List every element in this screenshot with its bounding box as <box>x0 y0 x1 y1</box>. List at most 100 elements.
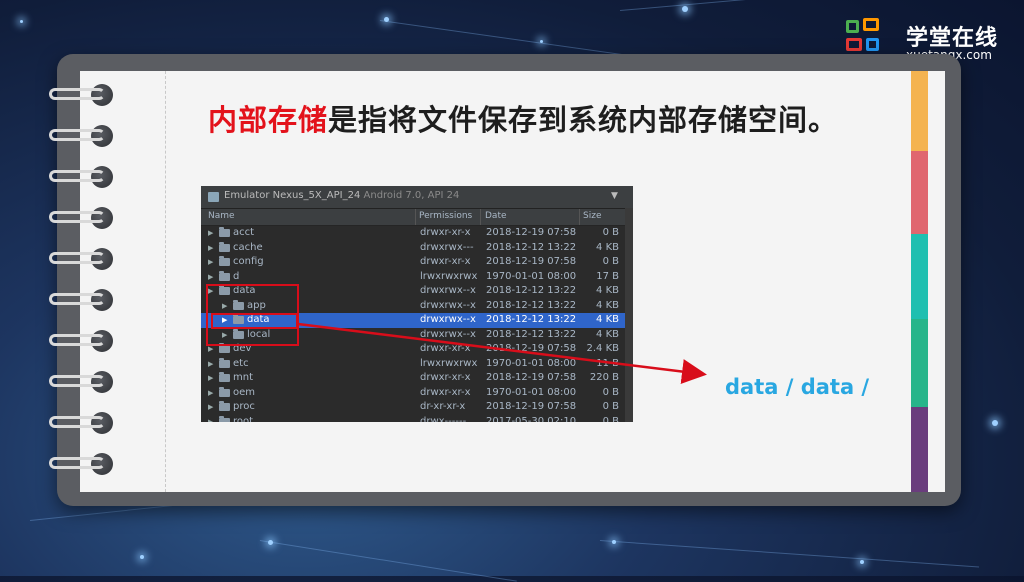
spiral-ring <box>49 451 113 477</box>
file-row[interactable]: ▶ etc lrwxrwxrwx 1970-01-01 08:00 11 B <box>201 357 633 372</box>
file-date: 2018-12-19 07:58 <box>486 343 577 354</box>
logo-square-icon <box>846 20 859 33</box>
file-permissions: drwxrwx--- <box>420 241 474 253</box>
folder-icon <box>219 343 230 353</box>
file-permissions: lrwxrwxrwx <box>420 270 478 282</box>
bg-line <box>620 0 840 11</box>
file-size: 17 B <box>596 270 619 282</box>
file-permissions: drwxrwx--x <box>420 314 476 325</box>
file-size: 4 KB <box>596 241 619 253</box>
column-divider <box>579 209 580 225</box>
file-permissions: dr-xr-xr-x <box>420 401 466 412</box>
file-permissions: drwxr-xr-x <box>420 343 471 354</box>
file-date: 2018-12-19 07:58 <box>486 256 577 267</box>
ring-wire <box>49 252 105 264</box>
title-text: 是指将文件保存到系统内部存储空间。 <box>328 103 839 137</box>
file-date: 1970-01-01 08:00 <box>486 386 577 398</box>
column-permissions[interactable]: Permissions <box>419 211 472 221</box>
file-size: 4 KB <box>596 314 619 325</box>
ring-wire <box>49 416 105 428</box>
file-name: root <box>233 415 254 423</box>
file-name: oem <box>233 386 256 398</box>
file-date: 2018-12-12 13:22 <box>486 328 577 340</box>
expand-arrow-icon[interactable]: ▶ <box>208 418 213 423</box>
device-name-label: Emulator Nexus_5X_API_24 <box>224 190 361 201</box>
expand-arrow-icon[interactable]: ▶ <box>208 258 213 266</box>
file-row[interactable]: ▶ config drwxr-xr-x 2018-12-19 07:58 0 B <box>201 255 633 270</box>
bg-dot <box>540 40 543 43</box>
folder-icon <box>219 386 230 397</box>
notebook-tab <box>911 151 928 234</box>
file-row[interactable]: ▶ proc dr-xr-xr-x 2018-12-19 07:58 0 B <box>201 400 633 415</box>
logo-square-icon <box>866 38 879 51</box>
slide-title: 内部存储是指将文件保存到系统内部存储空间。 <box>208 97 838 139</box>
file-size: 0 B <box>602 386 619 398</box>
scrollbar[interactable] <box>625 208 633 422</box>
expand-arrow-icon[interactable]: ▶ <box>208 244 213 252</box>
spiral-ring <box>49 246 113 272</box>
file-size: 2.4 KB <box>586 343 620 354</box>
notebook-tab <box>911 71 928 151</box>
ring-wire <box>49 293 105 305</box>
file-row[interactable]: ▶ d lrwxrwxrwx 1970-01-01 08:00 17 B <box>201 270 633 285</box>
file-date: 2018-12-19 07:58 <box>486 227 577 238</box>
folder-icon <box>219 241 230 252</box>
ring-wire <box>49 334 105 346</box>
file-row[interactable]: ▶ cache drwxrwx--- 2018-12-12 13:22 4 KB <box>201 241 633 256</box>
bg-dot <box>682 6 688 12</box>
file-name: config <box>233 256 264 267</box>
dropdown-arrow-icon[interactable]: ▼ <box>611 191 618 201</box>
file-row[interactable]: ▶ mnt drwxr-xr-x 2018-12-19 07:58 220 B <box>201 371 633 386</box>
notebook-tab <box>911 407 928 492</box>
expand-arrow-icon[interactable]: ▶ <box>208 403 213 411</box>
column-divider <box>415 209 416 225</box>
file-date: 1970-01-01 08:00 <box>486 357 577 369</box>
file-date: 2018-12-12 13:22 <box>486 285 577 296</box>
highlight-box-data-data <box>211 313 298 329</box>
notebook-tab <box>911 319 928 407</box>
file-date: 2018-12-12 13:22 <box>486 241 577 253</box>
file-row[interactable]: ▶ root drwx------ 2017-05-30 02:10 0 B <box>201 415 633 423</box>
ring-wire <box>49 375 105 387</box>
file-size: 0 B <box>602 415 619 423</box>
file-name: proc <box>233 401 255 412</box>
expand-arrow-icon[interactable]: ▶ <box>208 389 213 397</box>
notebook-tab <box>911 234 928 319</box>
file-name: etc <box>233 357 249 369</box>
ring-wire <box>49 457 105 469</box>
title-highlight: 内部存储 <box>208 103 329 137</box>
file-permissions: drwx------ <box>420 415 467 423</box>
column-name[interactable]: Name <box>208 211 235 221</box>
file-date: 2017-05-30 02:10 <box>486 415 577 423</box>
expand-arrow-icon[interactable]: ▶ <box>208 374 213 382</box>
folder-icon <box>219 372 230 382</box>
path-label: data / data / <box>725 375 870 399</box>
file-name: cache <box>233 241 263 253</box>
ring-wire <box>49 170 105 182</box>
file-row[interactable]: ▶ oem drwxr-xr-x 1970-01-01 08:00 0 B <box>201 386 633 401</box>
bg-dot <box>20 20 23 23</box>
expand-arrow-icon[interactable]: ▶ <box>208 229 213 237</box>
spiral-ring <box>49 369 113 395</box>
spiral-ring <box>49 205 113 231</box>
file-size: 4 KB <box>596 285 619 296</box>
file-size: 0 B <box>602 227 619 238</box>
file-date: 2018-12-19 07:58 <box>486 372 577 383</box>
expand-arrow-icon[interactable]: ▶ <box>208 345 213 353</box>
column-date[interactable]: Date <box>485 211 507 221</box>
file-name: d <box>233 270 240 282</box>
expand-arrow-icon[interactable]: ▶ <box>208 360 213 368</box>
folder-icon <box>219 270 230 281</box>
file-date: 1970-01-01 08:00 <box>486 270 577 282</box>
file-permissions: lrwxrwxrwx <box>420 357 478 369</box>
expand-arrow-icon[interactable]: ▶ <box>208 273 213 281</box>
bg-line <box>599 540 980 568</box>
device-selector[interactable]: Emulator Nexus_5X_API_24 Android 7.0, AP… <box>201 186 633 209</box>
file-size: 220 B <box>589 372 619 383</box>
column-size[interactable]: Size <box>583 211 601 221</box>
folder-icon <box>219 401 230 411</box>
folder-icon <box>219 256 230 266</box>
file-row[interactable]: ▶ acct drwxr-xr-x 2018-12-19 07:58 0 B <box>201 226 633 241</box>
column-divider <box>480 209 481 225</box>
file-size: 0 B <box>602 401 619 412</box>
